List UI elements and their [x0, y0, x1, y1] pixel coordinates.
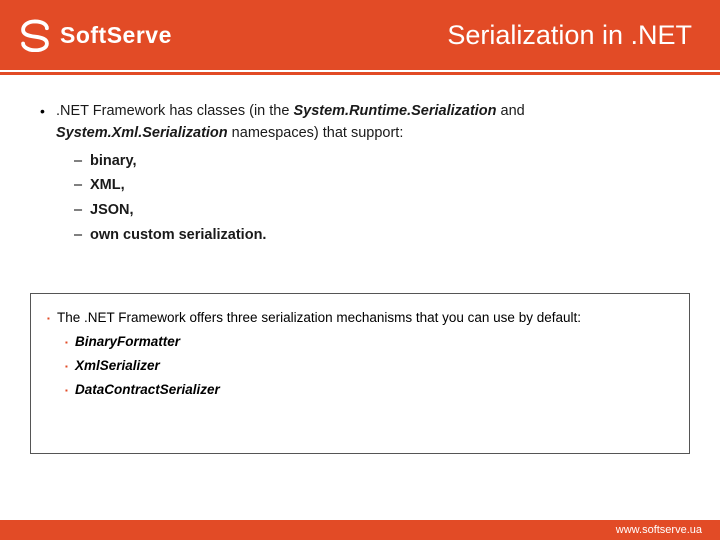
intro-text-mid: and	[497, 103, 525, 119]
callout-lead: The .NET Framework offers three serializ…	[47, 306, 673, 330]
header-bar: SoftServe Serialization in .NET	[0, 0, 720, 70]
footer-bar: www.softserve.ua	[0, 520, 720, 540]
slide-body: .NET Framework has classes (in the Syste…	[0, 75, 720, 520]
mechanism-xmlserializer: XmlSerializer	[47, 354, 673, 378]
intro-text-pre: .NET Framework has classes (in the	[56, 103, 293, 119]
format-item-xml: XML,	[30, 175, 690, 197]
callout-box: The .NET Framework offers three serializ…	[30, 293, 690, 454]
namespace-1: System.Runtime.Serialization	[293, 103, 496, 119]
brand-logo: SoftServe	[18, 18, 172, 52]
format-item-custom: own custom serialization.	[30, 225, 690, 247]
footer-url: www.softserve.ua	[616, 524, 702, 536]
namespace-2: System.Xml.Serialization	[56, 125, 228, 141]
format-item-json: JSON,	[30, 200, 690, 222]
intro-text-post: namespaces) that support:	[228, 125, 404, 141]
brand-name: SoftServe	[60, 22, 172, 49]
mechanism-binaryformatter: BinaryFormatter	[47, 330, 673, 354]
slide-title: Serialization in .NET	[447, 20, 692, 51]
bullet-intro: .NET Framework has classes (in the Syste…	[30, 101, 690, 145]
mechanism-datacontractserializer: DataContractSerializer	[47, 378, 673, 402]
softserve-s-icon	[18, 18, 52, 52]
slide: SoftServe Serialization in .NET .NET Fra…	[0, 0, 720, 540]
main-bullet-list: .NET Framework has classes (in the Syste…	[30, 101, 690, 247]
format-item-binary: binary,	[30, 151, 690, 173]
